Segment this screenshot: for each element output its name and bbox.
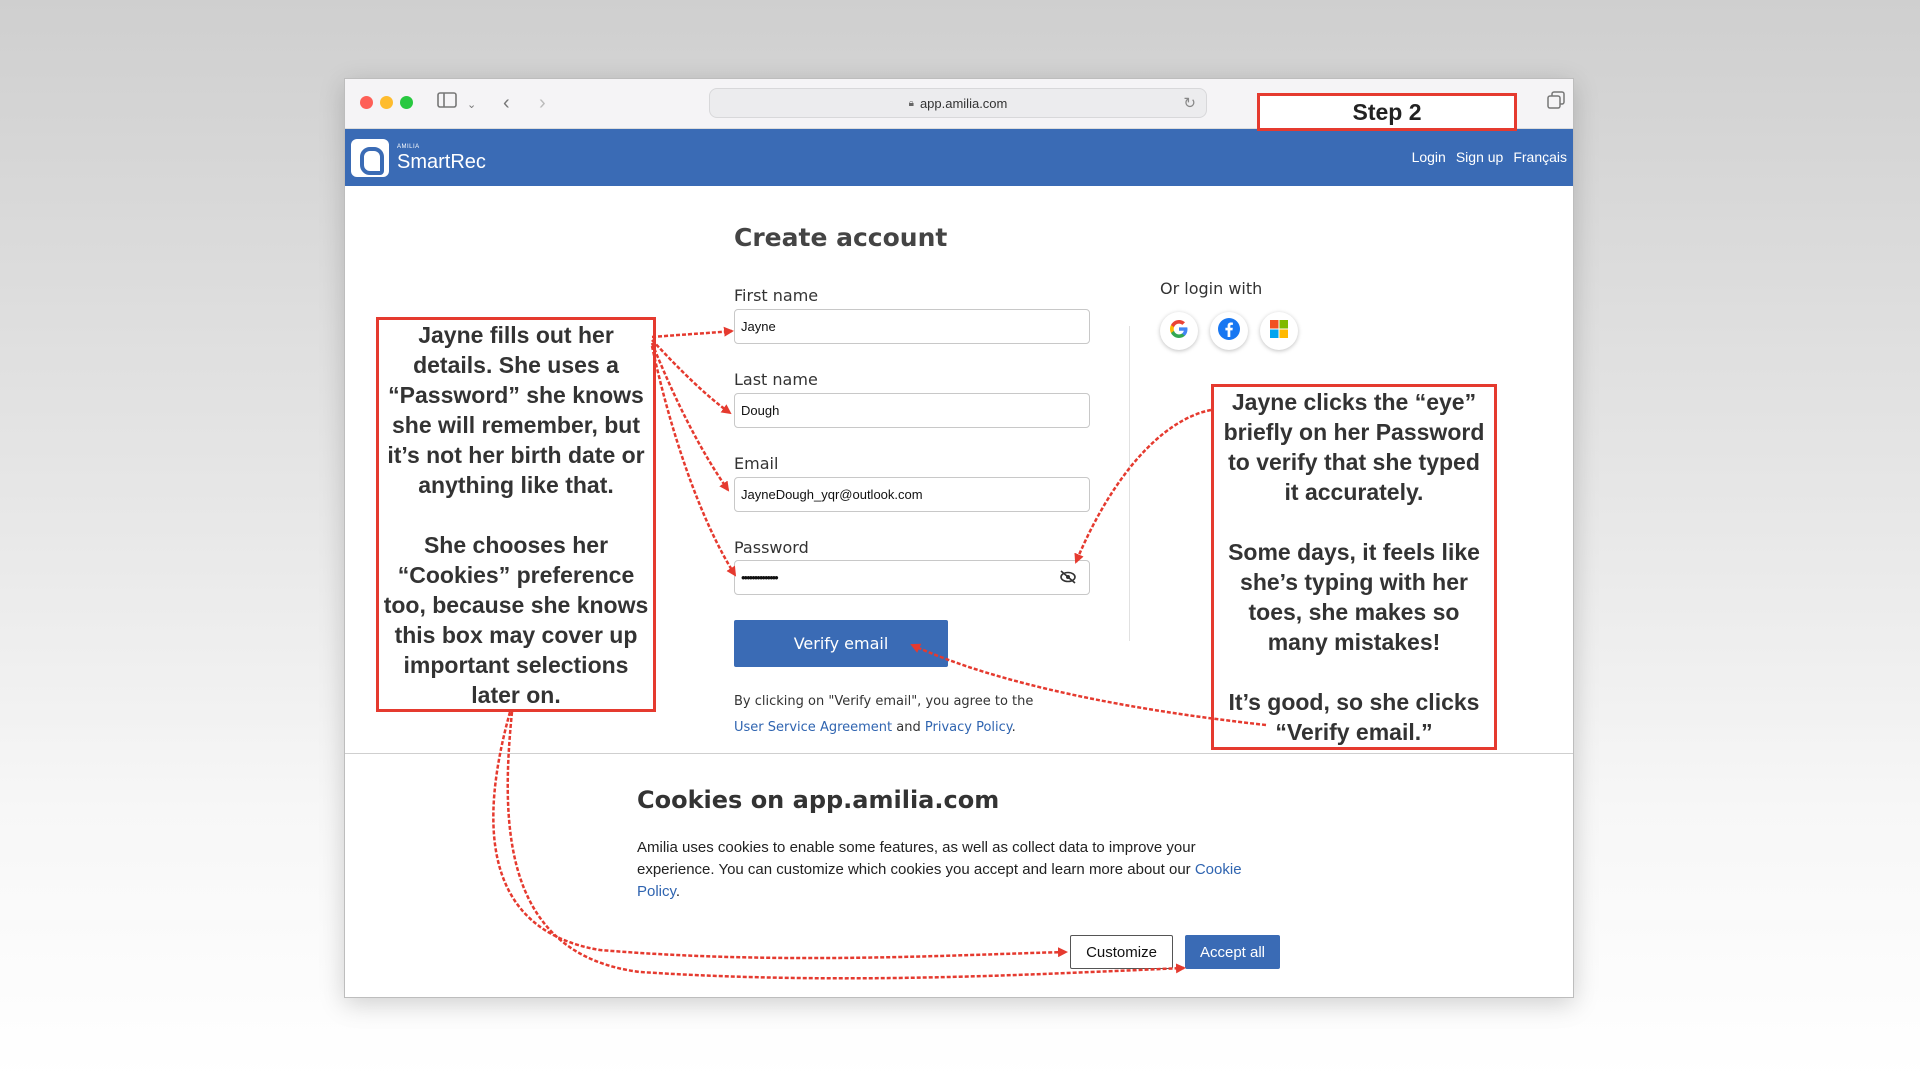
password-label: Password	[734, 538, 809, 557]
cookie-text: Amilia uses cookies to enable some featu…	[637, 837, 1257, 903]
step-label: Step 2	[1257, 93, 1517, 131]
divider	[1129, 326, 1130, 641]
first-name-label: First name	[734, 286, 819, 305]
left-annotation: Jayne fills out her details. She uses a …	[376, 317, 656, 712]
google-login-button[interactable]	[1160, 312, 1198, 350]
forward-arrow-icon[interactable]: ›	[539, 91, 546, 115]
close-window-button[interactable]	[360, 96, 373, 109]
right-annotation-p2: Some days, it feels like she’s typing wi…	[1228, 539, 1480, 655]
back-arrow-icon[interactable]: ‹	[503, 91, 510, 115]
right-annotation: Jayne clicks the “eye” briefly on her Pa…	[1211, 384, 1497, 750]
left-annotation-p2: She chooses her “Cookies” preference too…	[383, 531, 649, 708]
facebook-icon	[1217, 317, 1241, 346]
right-annotation-p1: Jayne clicks the “eye” briefly on her Pa…	[1223, 389, 1485, 505]
url-text: app.amilia.com	[919, 95, 1008, 111]
facebook-login-button[interactable]	[1210, 312, 1248, 350]
cookie-body: Amilia uses cookies to enable some featu…	[637, 839, 1196, 878]
app-header: AMILIA SmartRec Login Sign up Français	[345, 129, 1573, 186]
microsoft-icon	[1269, 319, 1289, 344]
amilia-logo-icon[interactable]	[351, 139, 389, 177]
last-name-input[interactable]: Dough	[734, 393, 1090, 428]
password-input[interactable]: ••••••••••••••	[734, 560, 1090, 595]
last-name-label: Last name	[734, 370, 818, 389]
cookie-banner: Cookies on app.amilia.com Amilia uses co…	[345, 753, 1573, 997]
cookie-title: Cookies on app.amilia.com	[637, 786, 1000, 814]
agreement-and: and	[892, 720, 925, 735]
sidebar-toggle-icon[interactable]	[437, 91, 459, 115]
cookie-period: .	[675, 883, 681, 900]
google-icon	[1168, 318, 1190, 345]
lock-icon: 🔒︎	[908, 97, 914, 109]
microsoft-login-button[interactable]	[1260, 312, 1298, 350]
accept-all-button[interactable]: Accept all	[1185, 935, 1280, 969]
logo-name: SmartRec	[397, 151, 486, 173]
email-input[interactable]: JayneDough_yqr@outlook.com	[734, 477, 1090, 512]
tabs-overview-icon[interactable]	[1547, 91, 1565, 117]
zoom-window-button[interactable]	[400, 96, 413, 109]
agreement-text: By clicking on "Verify email", you agree…	[734, 689, 1064, 741]
language-link[interactable]: Français	[1513, 149, 1567, 165]
right-annotation-p3: It’s good, so she clicks “Verify email.”	[1228, 689, 1480, 745]
eye-slash-icon[interactable]	[1059, 569, 1077, 589]
first-name-input[interactable]: Jayne	[734, 309, 1090, 344]
password-value: ••••••••••••••	[741, 570, 779, 585]
customize-button[interactable]: Customize	[1070, 935, 1173, 969]
reload-icon[interactable]: ↻	[1183, 94, 1196, 112]
chevron-down-icon[interactable]: ⌄	[467, 93, 476, 117]
privacy-policy-link[interactable]: Privacy Policy	[925, 720, 1012, 735]
minimize-window-button[interactable]	[380, 96, 393, 109]
page-title: Create account	[734, 223, 948, 252]
login-link[interactable]: Login	[1412, 149, 1446, 165]
signup-link[interactable]: Sign up	[1456, 149, 1503, 165]
logo-brand: AMILIA	[397, 144, 420, 150]
agreement-prefix: By clicking on "Verify email", you agree…	[734, 694, 1034, 709]
email-label: Email	[734, 454, 779, 473]
or-login-label: Or login with	[1160, 279, 1263, 298]
verify-email-button[interactable]: Verify email	[734, 620, 948, 667]
agreement-suffix: .	[1011, 720, 1016, 735]
left-annotation-p1: Jayne fills out her details. She uses a …	[387, 321, 645, 498]
address-bar[interactable]: 🔒︎ app.amilia.com ↻	[709, 88, 1207, 118]
user-service-agreement-link[interactable]: User Service Agreement	[734, 720, 892, 735]
header-nav: Login Sign up Français	[1412, 149, 1567, 165]
